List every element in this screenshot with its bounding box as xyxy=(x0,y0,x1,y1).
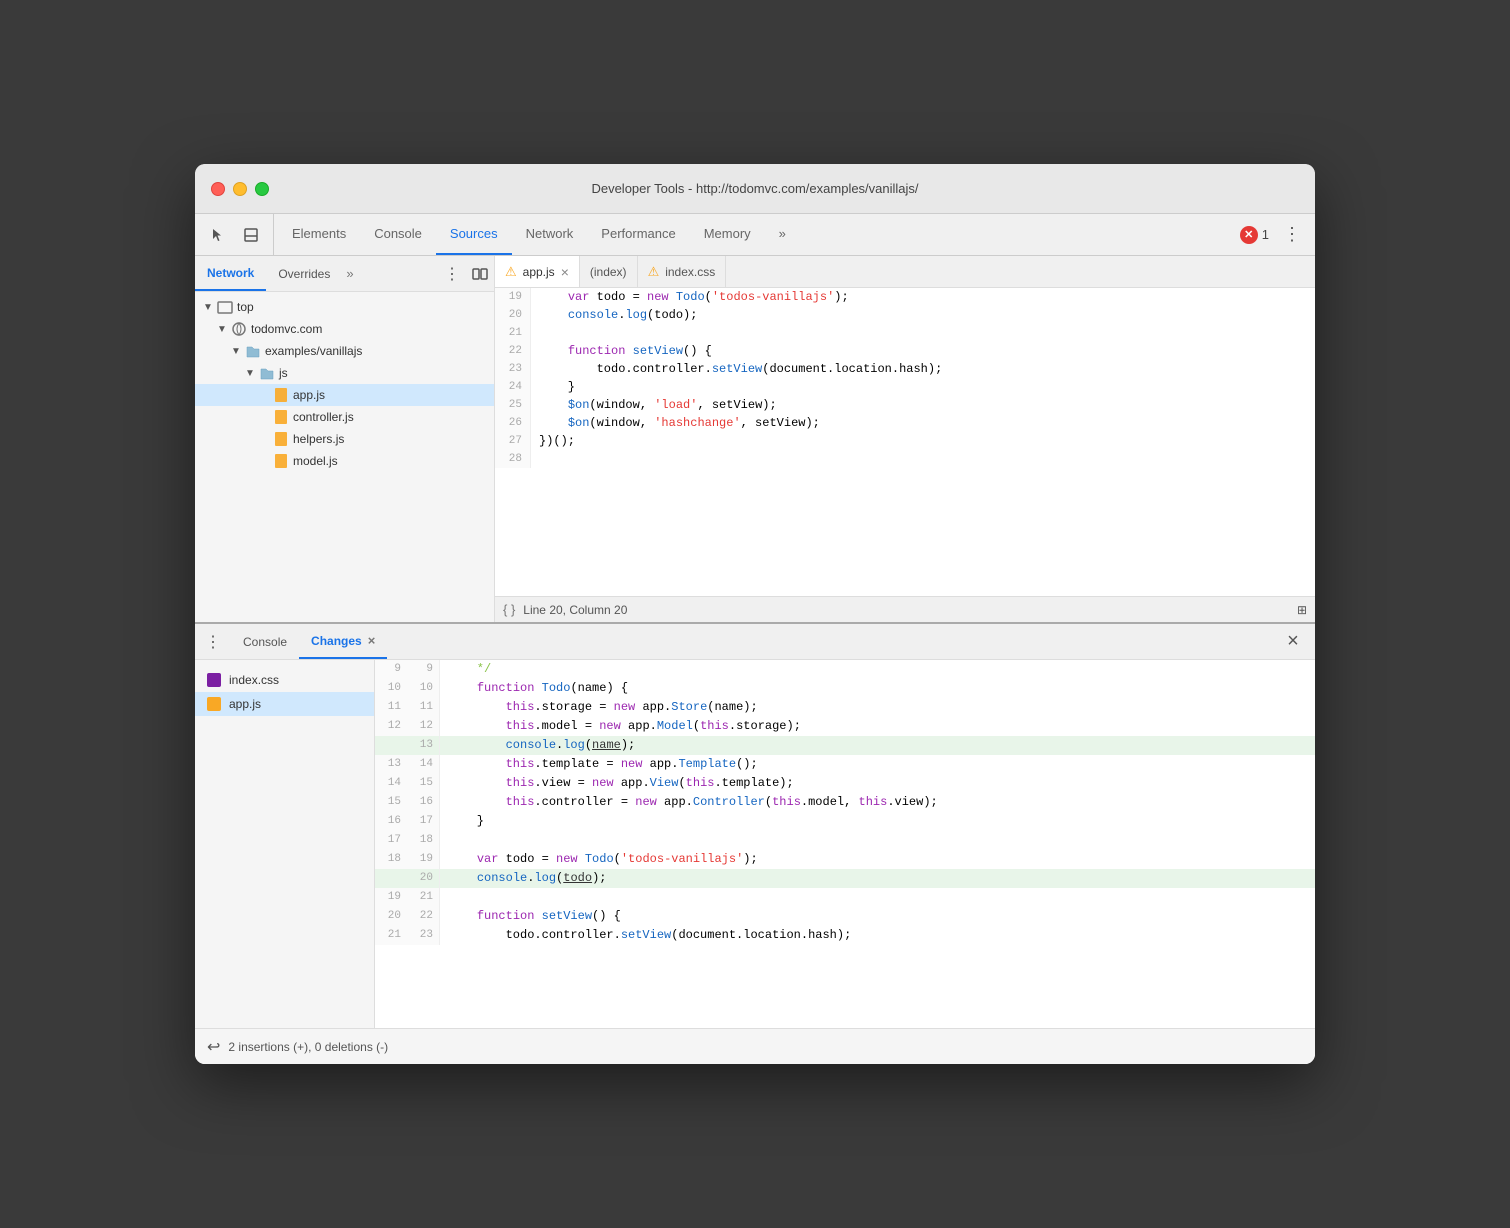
bottom-tab-changes[interactable]: Changes × xyxy=(299,624,387,659)
tab-warning-css-icon: ⚠ xyxy=(648,264,660,280)
top-pane: Network Overrides » ⋮ ▼ xyxy=(195,256,1315,624)
sidebar: Network Overrides » ⋮ ▼ xyxy=(195,256,495,622)
cursor-position: Line 20, Column 20 xyxy=(523,603,627,617)
code-editor[interactable]: 19 var todo = new Todo('todos-vanillajs'… xyxy=(495,288,1315,596)
diff-line-2: 10 10 function Todo(name) { xyxy=(375,679,1315,698)
editor-tab-label: app.js xyxy=(523,265,555,279)
tree-item-appjs[interactable]: app.js xyxy=(195,384,494,406)
diff-line-5-added: 13 console.log(name); xyxy=(375,736,1315,755)
diff-line-1: 9 9 */ xyxy=(375,660,1315,679)
diff-line-7: 14 15 this.view = new app.View(this.temp… xyxy=(375,774,1315,793)
code-line-22: 22 function setView() { xyxy=(495,342,1315,360)
title-bar: Developer Tools - http://todomvc.com/exa… xyxy=(195,164,1315,214)
bottom-close-button[interactable]: × xyxy=(1279,628,1307,656)
file-item-indexcss[interactable]: index.css xyxy=(195,668,374,692)
diff-line-9: 16 17 } xyxy=(375,812,1315,831)
error-icon: ✕ xyxy=(1240,226,1258,244)
sidebar-tab-more[interactable]: » xyxy=(342,266,357,281)
status-bar: { } Line 20, Column 20 ⊞ xyxy=(495,596,1315,622)
css-file-icon xyxy=(207,673,221,687)
editor-tab-appjs[interactable]: ⚠ app.js × xyxy=(495,256,580,287)
sidebar-split-button[interactable] xyxy=(466,260,494,288)
diff-line-8: 15 16 this.controller = new app.Controll… xyxy=(375,793,1315,812)
editor-tab-css-label: index.css xyxy=(665,265,715,279)
tree-item-js[interactable]: ▼ js xyxy=(195,362,494,384)
toolbar-icons xyxy=(203,214,274,255)
main-toolbar: Elements Console Sources Network Perform… xyxy=(195,214,1315,256)
diff-line-10: 17 18 xyxy=(375,831,1315,850)
tab-performance[interactable]: Performance xyxy=(587,214,689,255)
close-button[interactable] xyxy=(211,182,225,196)
code-line-20: 20 console.log(todo); xyxy=(495,306,1315,324)
diff-footer: ↩ 2 insertions (+), 0 deletions (-) xyxy=(195,1028,1315,1064)
devtools-window: Developer Tools - http://todomvc.com/exa… xyxy=(195,164,1315,1064)
code-line-27: 27 })(); xyxy=(495,432,1315,450)
tree-item-top[interactable]: ▼ top xyxy=(195,296,494,318)
code-line-21: 21 xyxy=(495,324,1315,342)
bottom-pane: ⋮ Console Changes × × index.css xyxy=(195,624,1315,1064)
bottom-menu-button[interactable]: ⋮ xyxy=(199,628,227,656)
diff-summary: 2 insertions (+), 0 deletions (-) xyxy=(228,1040,388,1054)
minimize-button[interactable] xyxy=(233,182,247,196)
tab-memory[interactable]: Memory xyxy=(690,214,765,255)
code-line-24: 24 } xyxy=(495,378,1315,396)
diff-line-6: 13 14 this.template = new app.Template()… xyxy=(375,755,1315,774)
file-tree: ▼ top ▼ todomvc.com ▼ examples/vani xyxy=(195,292,494,622)
content-area: Network Overrides » ⋮ ▼ xyxy=(195,256,1315,1064)
error-count: 1 xyxy=(1262,227,1269,242)
tab-warning-icon: ⚠ xyxy=(505,264,517,280)
editor-tabs: ⚠ app.js × (index) ⚠ index.css xyxy=(495,256,1315,288)
sidebar-action-button[interactable]: ⋮ xyxy=(438,260,466,288)
tree-item-modeljs[interactable]: model.js xyxy=(195,450,494,472)
bottom-tab-console[interactable]: Console xyxy=(231,624,299,659)
sidebar-tab-overrides[interactable]: Overrides xyxy=(266,256,342,291)
code-line-26: 26 $on(window, 'hashchange', setView); xyxy=(495,414,1315,432)
diff-line-11: 18 19 var todo = new Todo('todos-vanilla… xyxy=(375,850,1315,869)
code-line-28: 28 xyxy=(495,450,1315,468)
code-line-19: 19 var todo = new Todo('todos-vanillajs'… xyxy=(495,288,1315,306)
tab-more[interactable]: » xyxy=(765,214,800,255)
toolbar-right: ✕ 1 ⋮ xyxy=(1240,214,1307,255)
diff-line-14: 20 22 function setView() { xyxy=(375,907,1315,926)
error-badge[interactable]: ✕ 1 xyxy=(1240,226,1269,244)
js-file-icon xyxy=(207,697,221,711)
tree-item-examples[interactable]: ▼ examples/vanillajs xyxy=(195,340,494,362)
tree-item-todomvccom[interactable]: ▼ todomvc.com xyxy=(195,318,494,340)
diff-line-3: 11 11 this.storage = new app.Store(name)… xyxy=(375,698,1315,717)
undo-icon[interactable]: ↩ xyxy=(207,1037,220,1057)
tab-elements[interactable]: Elements xyxy=(278,214,360,255)
more-menu-button[interactable]: ⋮ xyxy=(1277,224,1307,245)
editor-area: ⚠ app.js × (index) ⚠ index.css xyxy=(495,256,1315,622)
tab-network[interactable]: Network xyxy=(512,214,588,255)
cursor-icon[interactable] xyxy=(203,221,231,249)
diff-line-15: 21 23 todo.controller.setView(document.l… xyxy=(375,926,1315,945)
traffic-lights xyxy=(211,182,269,196)
editor-tab-index[interactable]: (index) xyxy=(580,256,638,287)
editor-tab-index-label: (index) xyxy=(590,265,627,279)
format-icon[interactable]: { } xyxy=(503,602,515,617)
dock-icon[interactable] xyxy=(237,221,265,249)
file-item-appjs[interactable]: app.js xyxy=(195,692,374,716)
expand-icon[interactable]: ⊞ xyxy=(1297,603,1307,617)
window-title: Developer Tools - http://todomvc.com/exa… xyxy=(211,181,1299,196)
maximize-button[interactable] xyxy=(255,182,269,196)
diff-editor[interactable]: 9 9 */ 10 10 function Todo(name) { xyxy=(375,660,1315,1028)
tab-close-button[interactable]: × xyxy=(561,264,569,280)
sidebar-toolbar: Network Overrides » ⋮ xyxy=(195,256,494,292)
editor-tab-indexcss[interactable]: ⚠ index.css xyxy=(638,256,727,287)
bottom-content: index.css app.js 9 9 * xyxy=(195,660,1315,1028)
diff-line-13: 19 21 xyxy=(375,888,1315,907)
code-line-23: 23 todo.controller.setView(document.loca… xyxy=(495,360,1315,378)
code-line-25: 25 $on(window, 'load', setView); xyxy=(495,396,1315,414)
sidebar-tab-network[interactable]: Network xyxy=(195,256,266,291)
tab-sources[interactable]: Sources xyxy=(436,214,512,255)
changes-tab-close[interactable]: × xyxy=(368,633,376,648)
bottom-toolbar: ⋮ Console Changes × × xyxy=(195,624,1315,660)
diff-line-12-added: 20 console.log(todo); xyxy=(375,869,1315,888)
changes-file-list: index.css app.js xyxy=(195,660,375,1028)
diff-line-4: 12 12 this.model = new app.Model(this.st… xyxy=(375,717,1315,736)
tree-item-helpersjs[interactable]: helpers.js xyxy=(195,428,494,450)
tree-item-controllerjs[interactable]: controller.js xyxy=(195,406,494,428)
tab-console[interactable]: Console xyxy=(360,214,436,255)
